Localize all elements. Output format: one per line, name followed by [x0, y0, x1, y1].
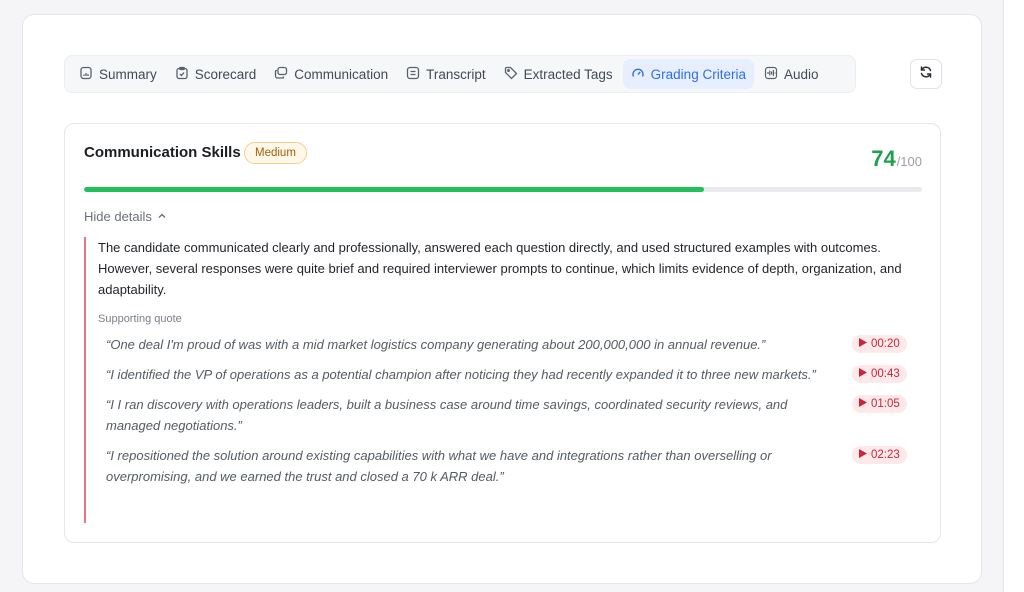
quote-item: “I identified the VP of operations as a … [98, 364, 924, 385]
quote-text: “I repositioned the solution around exis… [106, 448, 772, 484]
tab-summary[interactable]: Summary [71, 59, 165, 89]
timestamp-label: 00:20 [871, 338, 900, 350]
tab-audio[interactable]: Audio [756, 59, 827, 89]
tab-label: Extracted Tags [523, 66, 613, 82]
timestamp-label: 02:23 [871, 449, 900, 461]
right-panel-edge [1003, 0, 1024, 592]
score: 74 /100 [871, 146, 922, 172]
tab-label: Scorecard [194, 66, 257, 82]
timestamp-play-button[interactable]: 02:23 [852, 446, 907, 464]
summary-icon [79, 66, 93, 83]
score-progress-bar [84, 187, 922, 192]
chevron-up-icon [157, 209, 167, 224]
tab-label: Audio [783, 66, 819, 82]
quote-text: “I I ran discovery with operations leade… [106, 397, 788, 433]
play-icon [859, 335, 867, 353]
toggle-label: Hide details [84, 209, 152, 224]
timestamp-play-button[interactable]: 01:05 [852, 395, 907, 413]
priority-badge: Medium [244, 142, 307, 164]
communication-icon [274, 66, 288, 83]
gauge-icon [631, 66, 645, 83]
score-value: 74 [871, 146, 896, 171]
audio-icon [764, 66, 778, 83]
tab-communication[interactable]: Communication [266, 59, 396, 89]
scorecard-icon [175, 66, 189, 83]
tab-bar: Summary Scorecard Communication Transcri… [64, 55, 856, 93]
quote-text: “One deal I'm proud of was with a mid ma… [106, 337, 766, 352]
tab-extracted-tags[interactable]: Extracted Tags [496, 59, 621, 89]
tab-label: Communication [294, 66, 389, 82]
tab-label: Summary [99, 66, 157, 82]
quote-item: “I I ran discovery with operations leade… [98, 394, 924, 436]
hide-details-toggle[interactable]: Hide details [84, 209, 167, 224]
transcript-icon [406, 66, 420, 83]
criterion-card: Communication Skills Medium 74 /100 Hide… [64, 123, 941, 543]
tab-label: Transcript [426, 66, 486, 82]
quote-item: “I repositioned the solution around exis… [98, 445, 924, 487]
criterion-title: Communication Skills [84, 144, 241, 161]
tag-icon [504, 66, 518, 83]
quote-item: “One deal I'm proud of was with a mid ma… [98, 334, 924, 355]
refresh-icon [919, 65, 933, 84]
timestamp-play-button[interactable]: 00:43 [852, 365, 907, 383]
play-icon [859, 446, 867, 464]
timestamp-play-button[interactable]: 00:20 [852, 335, 907, 353]
refresh-button[interactable] [910, 59, 942, 89]
score-max: /100 [896, 154, 922, 169]
criterion-summary: The candidate communicated clearly and p… [98, 240, 902, 297]
tab-transcript[interactable]: Transcript [398, 59, 494, 89]
tab-scorecard[interactable]: Scorecard [167, 59, 265, 89]
supporting-quote-label: Supporting quote [98, 313, 182, 325]
timestamp-label: 01:05 [871, 398, 900, 410]
play-icon [859, 395, 867, 413]
tab-grading-criteria[interactable]: Grading Criteria [622, 59, 754, 89]
tab-label: Grading Criteria [650, 66, 746, 82]
details-section: The candidate communicated clearly and p… [84, 237, 924, 523]
score-progress-fill [84, 187, 705, 192]
quote-text: “I identified the VP of operations as a … [106, 367, 816, 382]
play-icon [859, 365, 867, 383]
timestamp-label: 00:43 [871, 368, 900, 380]
